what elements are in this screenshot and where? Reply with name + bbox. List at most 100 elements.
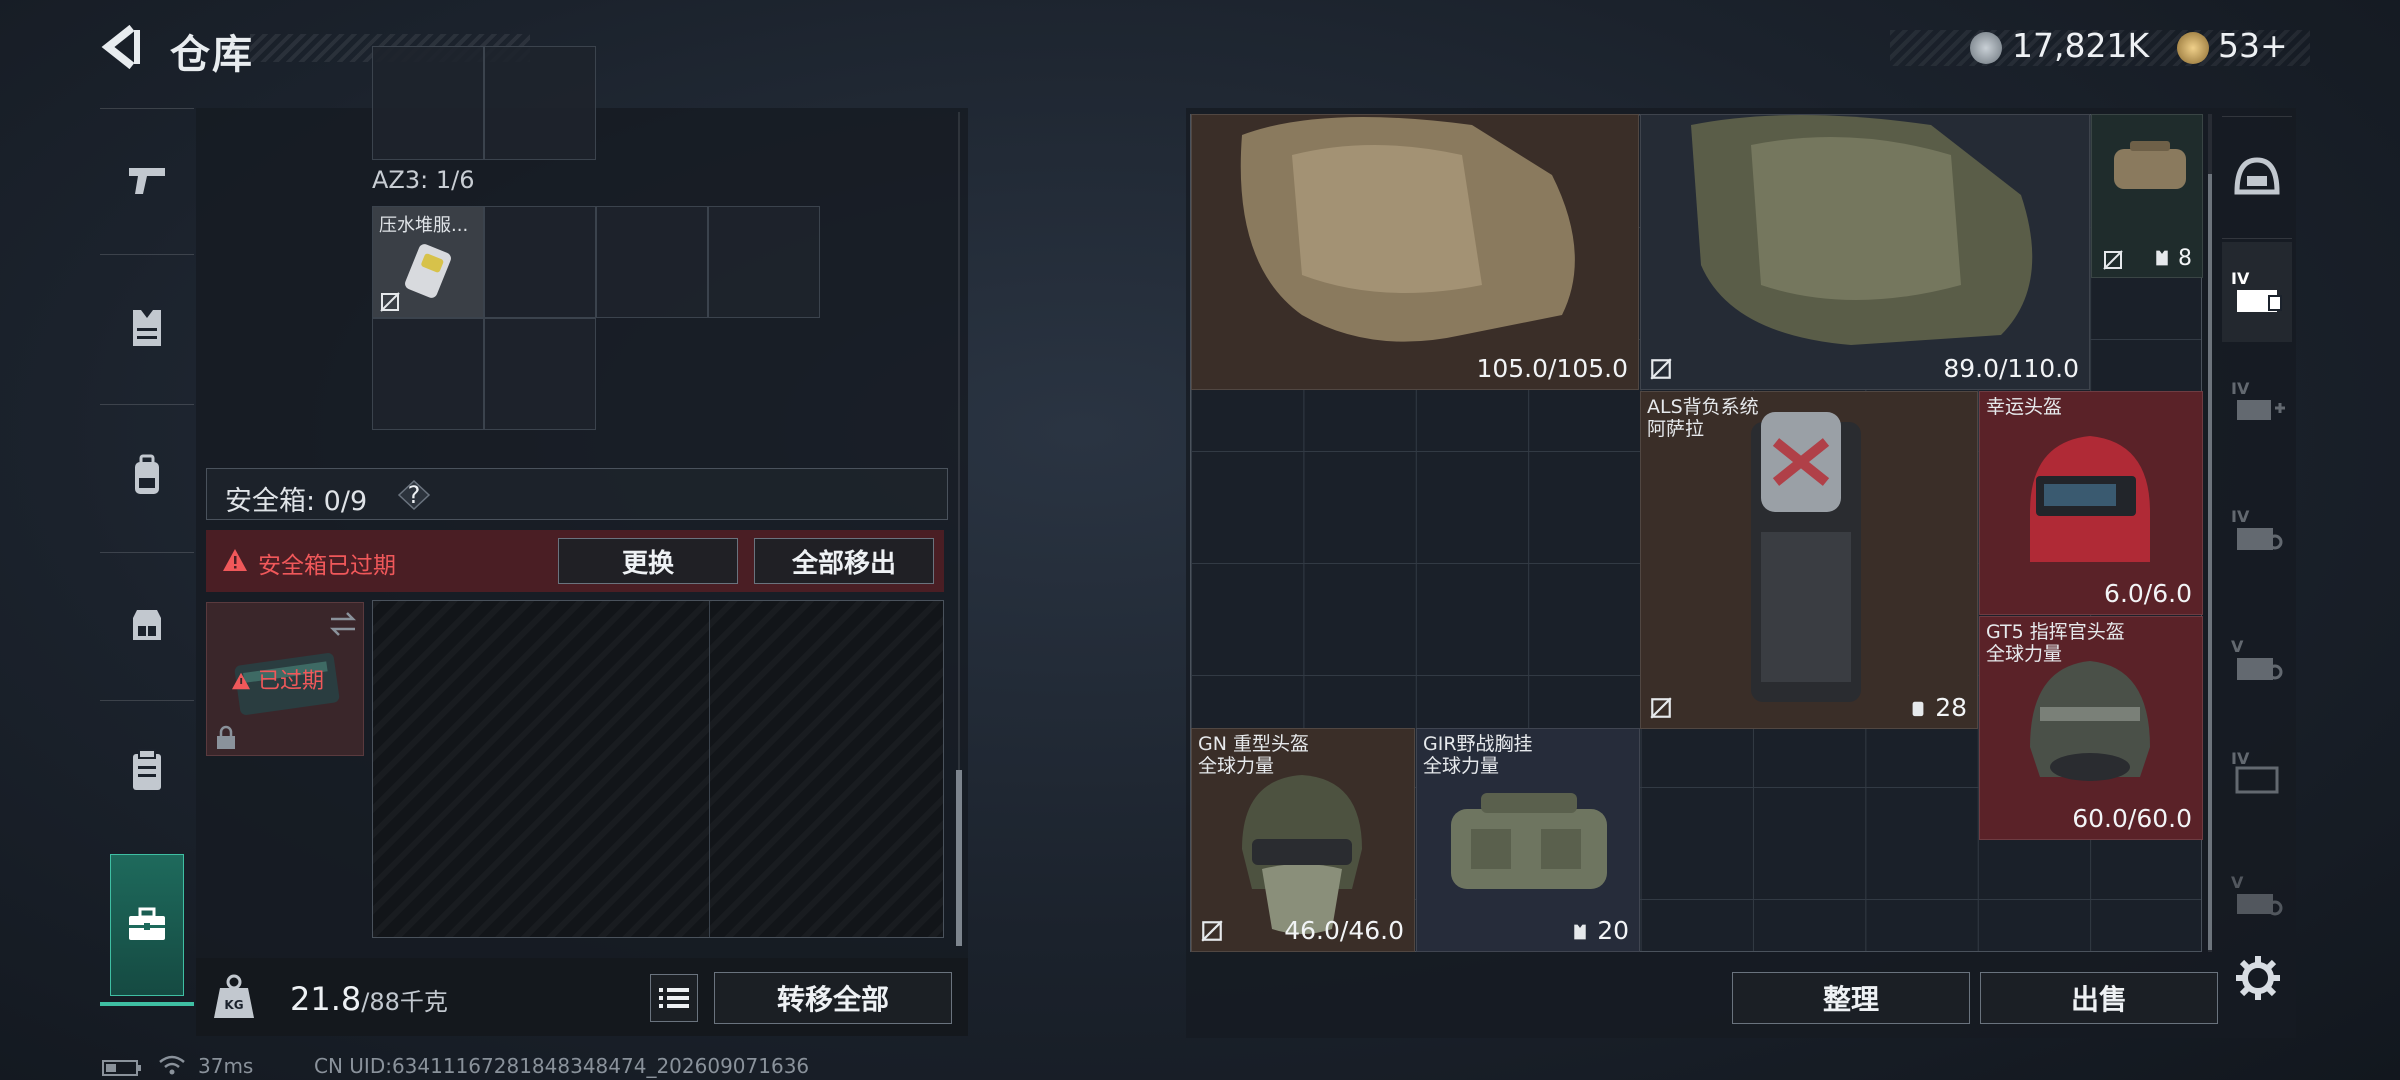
safe-box-item[interactable]: 已过期 <box>206 602 364 756</box>
list-view-button[interactable] <box>650 974 698 1022</box>
inventory-item-gir-rig[interactable]: GIR野战胸挂 全球力量 20 <box>1416 728 1640 952</box>
category-nav <box>100 108 194 1008</box>
backpack-icon <box>135 454 159 494</box>
tier-v-rig-icon: V <box>2231 637 2283 680</box>
nav-weapons[interactable] <box>100 110 194 250</box>
kg-label: KG <box>224 998 244 1012</box>
inventory-item-bag-small[interactable]: 8 <box>2091 114 2203 278</box>
slot-cell[interactable] <box>372 46 484 160</box>
durability-value: 46.0/46.0 <box>1284 916 1404 945</box>
sell-button[interactable]: 出售 <box>1980 972 2218 1024</box>
capacity-number: 20 <box>1597 916 1629 945</box>
rnav-helmet[interactable] <box>2222 128 2292 228</box>
nav-armor[interactable] <box>100 258 194 398</box>
toolbox-icon <box>129 907 165 940</box>
inventory-item-lucky-helmet[interactable]: 幸运头盔 6.0/6.0 <box>1979 391 2203 615</box>
warning-small-icon <box>232 672 250 690</box>
nav-backpack[interactable] <box>100 406 194 546</box>
no-insure-icon <box>1201 920 1223 942</box>
transfer-all-button[interactable]: 转移全部 <box>714 972 952 1024</box>
battery-icon <box>102 1060 141 1076</box>
expired-warning-bar: 安全箱已过期 更换 全部移出 <box>206 530 944 592</box>
expired-badge-text: 已过期 <box>258 669 325 694</box>
coin-silver-icon <box>1970 32 2002 64</box>
list-icon <box>659 988 689 1008</box>
remove-all-button[interactable]: 全部移出 <box>754 538 934 584</box>
tier-v-item-icon: V <box>2231 873 2283 916</box>
chest-rig-icon <box>133 610 161 640</box>
no-insure-icon <box>1650 358 1672 380</box>
slot-cell[interactable] <box>708 206 820 318</box>
inventory-item-armor-2[interactable]: 89.0/110.0 <box>1640 114 2090 390</box>
safe-box-grid[interactable] <box>372 600 944 938</box>
rnav-tier-iv-rig[interactable]: IV <box>2222 480 2292 580</box>
help-label: ? <box>407 481 421 509</box>
rnav-tier-v-rig[interactable]: V <box>2222 610 2292 710</box>
back-arrow-icon <box>101 24 140 70</box>
lock-icon <box>217 725 235 749</box>
coin-gold-icon <box>2177 32 2209 64</box>
item-name: 幸运头盔 <box>1986 396 2063 418</box>
clipboard-icon <box>133 749 161 790</box>
slot-cell[interactable] <box>484 46 596 160</box>
no-insure-icon <box>380 292 400 312</box>
slot-cell[interactable] <box>372 318 484 430</box>
inventory-item-gn-helmet[interactable]: GN 重型头盔 全球力量 46.0/46.0 <box>1191 728 1415 952</box>
duffel-bag-item-icon <box>2114 141 2186 189</box>
rnav-tier-iv-add[interactable]: IV <box>2222 352 2292 452</box>
capacity-value: 8 <box>2153 246 2192 271</box>
slot-cell[interactable] <box>484 206 596 318</box>
sort-button[interactable]: 整理 <box>1732 972 1970 1024</box>
help-button[interactable]: ? <box>397 479 431 511</box>
inventory-scrollbar[interactable] <box>2208 174 2212 950</box>
tier-iv-bag-icon: IV <box>2231 749 2279 794</box>
pistol-icon <box>129 168 165 194</box>
rnav-tier-iv-bag[interactable]: IV <box>2222 722 2292 822</box>
svg-text:IV: IV <box>2231 379 2250 398</box>
uid-readout: CN UID:63411167281848348474_202609071636 <box>314 1054 810 1078</box>
inventory-item-backpack[interactable]: ALS背负系统 阿萨拉 28 <box>1640 391 1978 729</box>
rnav-tier-iv-armor[interactable]: IV <box>2222 242 2292 342</box>
ping-readout: 37ms <box>198 1054 254 1078</box>
slot-cell[interactable] <box>596 206 708 318</box>
svg-text:IV: IV <box>2231 749 2250 768</box>
item-name: GIR野战胸挂 全球力量 <box>1423 733 1533 777</box>
expired-warning-text: 安全箱已过期 <box>258 553 396 579</box>
grid-divider <box>709 601 710 937</box>
gear-icon <box>2236 956 2280 1000</box>
tier-iv-rig-icon: IV <box>2231 507 2283 550</box>
backpack-item-icon <box>1751 412 1861 702</box>
back-button[interactable] <box>100 24 146 70</box>
tier-iv-armor-icon: IV <box>2231 269 2282 312</box>
expired-badge: 已过期 <box>231 663 324 695</box>
page-title: 仓库 <box>170 32 254 78</box>
capacity-number: 28 <box>1935 693 1967 722</box>
tier-iv-add-icon: IV <box>2231 379 2285 420</box>
replace-button[interactable]: 更换 <box>558 538 738 584</box>
rnav-tier-v-item[interactable]: V <box>2222 846 2292 946</box>
inventory-item-armor-1[interactable]: 105.0/105.0 <box>1191 114 1639 390</box>
no-insure-icon <box>2103 250 2123 270</box>
az-item-slot[interactable]: 压水堆服... <box>372 206 484 318</box>
inventory-item-gt5-helmet[interactable]: GT5 指挥官头盔 全球力量 60.0/60.0 <box>1979 616 2203 840</box>
no-insure-icon <box>1650 697 1672 719</box>
weight-max: /88千克 <box>361 988 448 1016</box>
nav-chest-rig[interactable] <box>100 554 194 694</box>
rig-capacity-icon <box>2156 250 2168 266</box>
backpack-capacity-icon <box>1912 701 1924 717</box>
slot-cell[interactable] <box>484 318 596 430</box>
durability-value: 89.0/110.0 <box>1943 354 2079 383</box>
svg-text:V: V <box>2231 637 2244 656</box>
settings-button[interactable] <box>2234 954 2282 1002</box>
nav-secure-case[interactable] <box>110 854 184 996</box>
currency-gold-amount: 53+ <box>2218 26 2288 65</box>
capacity-value: 20 <box>1571 916 1629 945</box>
az-item-name: 压水堆服... <box>379 215 469 236</box>
armor-vest-item-icon <box>1691 115 2033 345</box>
safe-box-capacity: 安全箱: 0/9 <box>225 486 368 517</box>
left-scrollbar[interactable] <box>956 770 962 946</box>
chest-rig-item-icon <box>1451 793 1607 889</box>
svg-text:IV: IV <box>2231 269 2250 288</box>
weight-readout: 21.8/88千克 <box>290 980 448 1018</box>
nav-containers[interactable] <box>100 700 194 840</box>
